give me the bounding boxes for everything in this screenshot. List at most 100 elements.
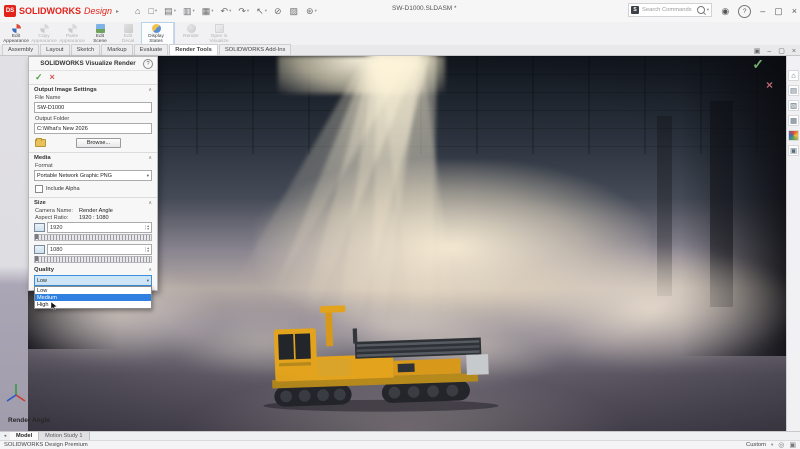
search-icon[interactable] [697,6,705,14]
doc-maximize-icon[interactable]: ▢ [778,48,785,55]
height-slider[interactable] [34,256,152,263]
tab-assembly[interactable]: Assembly [2,44,39,55]
view-palette-icon[interactable]: ▦ [788,115,799,126]
tab-evaluate[interactable]: Evaluate [134,44,169,55]
doc-minimize-icon[interactable]: – [767,48,771,55]
command-manager-tabs: AssemblyLayoutSketchMarkupEvaluateRender… [0,45,800,56]
ok-button[interactable]: ✓ [35,73,43,82]
copy-appearance-button[interactable]: Copy Appearance [30,23,58,45]
browse-button[interactable]: Browse... [76,138,121,148]
undo-icon[interactable]: ↶▾ [221,7,232,16]
spinner-arrows[interactable]: ▴▾ [145,247,149,253]
panel-confirm-row: ✓ × [29,71,157,85]
aspect-ratio-row: Aspect Ratio: 1920 : 1080 [29,214,157,221]
edit-scene-button[interactable]: Edit Scene [86,23,114,45]
tab-markup[interactable]: Markup [101,44,132,55]
attach-icon[interactable]: ⊘ [274,7,283,16]
collapse-icon[interactable]: ∧ [148,200,152,206]
solidworks-search-icon: S [631,6,639,14]
home-icon[interactable]: ⌂ [135,7,141,16]
visualize-render-panel: SOLIDWORKS Visualize Render ? ✓ × Output… [28,56,158,291]
quality-header[interactable]: Quality ∧ [29,265,157,274]
open-in-visualize-button[interactable]: Open in Visualize [205,23,233,45]
graphics-area[interactable]: ✓ × Render Angle ⌂▤▧▦●▣ SOLIDWORKS Visua… [0,56,800,431]
media-header[interactable]: Media ∧ [29,153,157,162]
quality-option[interactable]: Low [35,287,151,294]
paste-appearance-button[interactable]: Paste Appearance [58,23,86,45]
help-icon[interactable]: ? [738,5,751,18]
options-icon[interactable]: ⊛▾ [306,7,317,16]
collapse-icon[interactable]: ∧ [148,155,152,161]
custom-properties-icon[interactable]: ▣ [788,145,799,156]
redo-icon[interactable]: ↷▾ [238,7,249,16]
output-settings-header[interactable]: Output Image Settings ∧ [29,85,157,94]
print-icon[interactable]: ▦▾ [202,7,214,16]
orientation-triad [3,381,29,407]
new-document-icon[interactable]: □▾ [148,7,157,16]
width-spinner[interactable]: 1920 ▴▾ [47,222,152,233]
width-slider[interactable] [34,234,152,241]
format-dropdown[interactable]: Portable Network Graphic PNG ▾ [34,170,152,181]
search-caret-icon[interactable]: ▾ [707,7,709,13]
collapse-icon[interactable]: ∧ [148,87,152,93]
unit-caret-icon[interactable]: ▾ [771,442,773,448]
quick-access-toolbar: ⌂ □▾ ▤▾ ▥▾ ▦▾ ↶▾ ↷▾ ↖▾ ⊘ ▨ ⊛▾ [135,7,317,16]
edit-decal-button[interactable]: Edit Decal [114,23,142,45]
tab-solidworks-add-ins[interactable]: SOLIDWORKS Add-Ins [219,44,292,55]
quality-option[interactable]: High [35,301,151,308]
dropdown-caret-icon: ▾ [155,9,157,14]
camera-name-row: Camera Name: Render Angle [29,207,157,214]
tab-sketch[interactable]: Sketch [71,44,101,55]
menu-expand-icon[interactable]: ▸ [116,8,119,15]
confirmation-cancel-icon[interactable]: × [766,78,773,92]
sheet-icon[interactable]: ▨ [290,7,300,16]
doc-restore-icon[interactable]: ▣ [754,48,761,55]
panel-title-bar: SOLIDWORKS Visualize Render ? [29,57,157,71]
panel-help-icon[interactable]: ? [143,59,153,69]
command-icon [40,24,49,33]
solidworks-resources-icon[interactable]: ⌂ [788,70,799,81]
folder-icon [35,139,46,147]
quality-option[interactable]: Medium [35,294,151,301]
viewport-left-margin [0,56,28,431]
file-explorer-icon[interactable]: ▧ [788,100,799,111]
mouse-cursor-icon [51,302,57,310]
include-alpha-checkbox[interactable] [35,185,43,193]
spinner-arrows[interactable]: ▴▾ [145,225,149,231]
confirmation-ok-icon[interactable]: ✓ [752,56,764,73]
tab-motion-study-1[interactable]: Motion Study 1 [39,432,89,440]
include-alpha-row[interactable]: Include Alpha [29,183,157,198]
minimize-icon[interactable]: – [760,7,765,16]
tab-model[interactable]: Model [10,432,39,440]
include-alpha-label: Include Alpha [46,186,80,192]
doc-close-icon[interactable]: × [792,48,796,55]
maximize-icon[interactable]: ▢ [774,7,783,16]
tab-scroll-left-icon[interactable]: ◂ [0,432,10,440]
height-spinner[interactable]: 1080 ▴▾ [47,244,152,255]
collapse-icon[interactable]: ∧ [148,267,152,273]
size-header[interactable]: Size ∧ [29,198,157,207]
cancel-button[interactable]: × [50,73,55,82]
tab-layout[interactable]: Layout [40,44,69,55]
file-name-field[interactable]: SW-D1000 [34,102,152,113]
user-account-icon[interactable]: ◉ [721,7,729,16]
select-icon[interactable]: ↖▾ [256,7,267,16]
edit-appearance-button[interactable]: Edit Appearance [2,23,30,45]
design-library-icon[interactable]: ▤ [788,85,799,96]
open-icon[interactable]: ▤▾ [164,7,176,16]
tab-render-tools[interactable]: Render Tools [169,44,218,55]
render-button[interactable]: Render [177,23,205,39]
quality-dropdown[interactable]: Low ▾ [34,275,152,286]
appearances-icon[interactable]: ● [788,130,799,141]
search-commands-box[interactable]: S Search Commands ▾ [628,3,712,17]
status-tag-icon[interactable]: ◎ [778,442,784,449]
dropdown-caret-icon: ▾ [174,9,176,14]
dropdown-caret-icon: ▾ [247,9,249,14]
close-icon[interactable]: × [792,7,797,16]
status-display-icon[interactable]: ▣ [789,442,796,449]
output-folder-field[interactable]: C:\What's New 2026 [34,123,152,134]
save-icon[interactable]: ▥▾ [183,7,195,16]
document-title: SW-D1000.SLDASM * [392,5,457,12]
image-width-icon [34,223,45,232]
unit-system-selector[interactable]: Custom [746,442,766,448]
